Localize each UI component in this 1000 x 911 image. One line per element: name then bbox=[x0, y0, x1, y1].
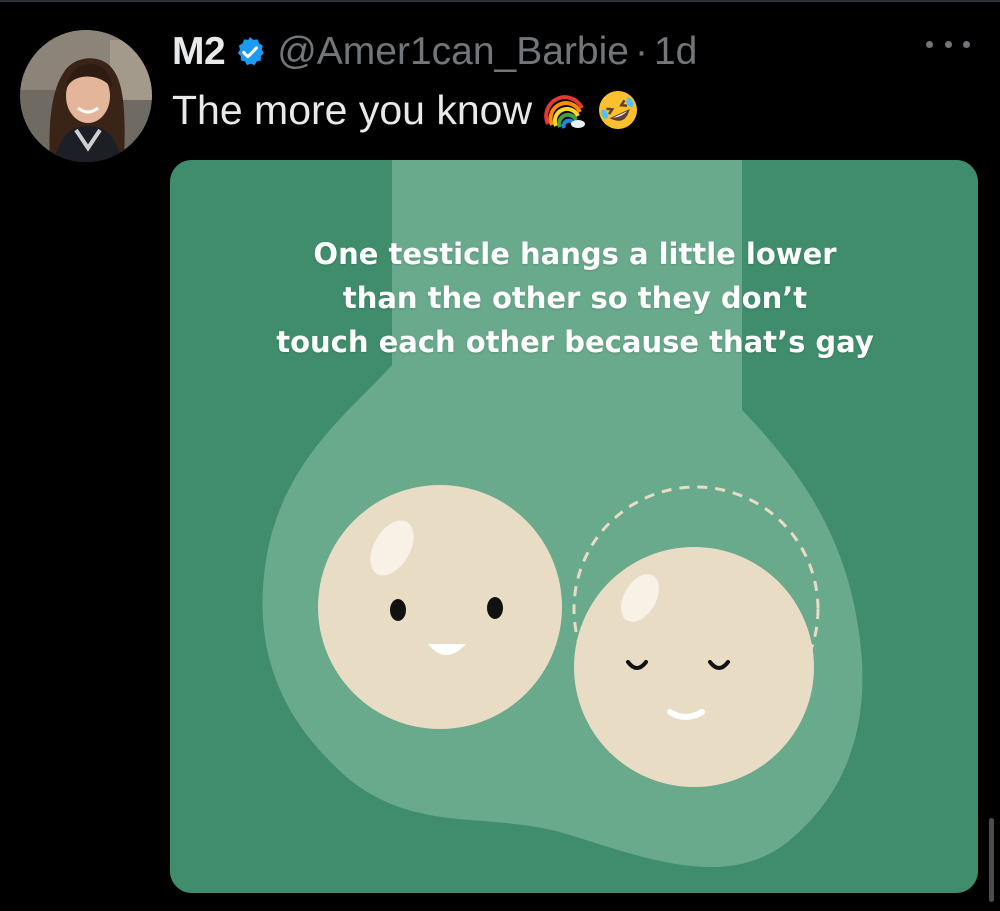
display-name[interactable]: M2 bbox=[172, 30, 226, 74]
separator-dot: · bbox=[634, 30, 648, 73]
avatar[interactable] bbox=[20, 30, 152, 162]
more-dot bbox=[963, 40, 970, 48]
caption-line: One testicle hangs a little lower bbox=[313, 237, 837, 271]
scrollbar[interactable] bbox=[989, 818, 994, 902]
rainbow-emoji-icon bbox=[542, 88, 586, 132]
tweet-media-image[interactable]: One testicle hangs a little lower than t… bbox=[170, 160, 978, 893]
more-options-icon[interactable] bbox=[926, 34, 970, 54]
more-dot bbox=[944, 40, 952, 48]
verified-badge-icon bbox=[233, 35, 267, 69]
caption-line: than the other so they don’t bbox=[342, 281, 808, 315]
user-handle[interactable]: @Amer1can_Barbie bbox=[277, 30, 629, 74]
tweet-text: The more you know bbox=[172, 84, 640, 136]
caption-line: touch each other because that’s gay bbox=[276, 325, 874, 359]
tweet-text-content: The more you know bbox=[172, 86, 533, 133]
more-dot bbox=[926, 40, 933, 48]
tweet-header: M2 @Amer1can_Barbie · 1d bbox=[172, 26, 697, 78]
tweet[interactable]: M2 @Amer1can_Barbie · 1d The more you kn… bbox=[0, 0, 1000, 911]
meme-caption: One testicle hangs a little lower than t… bbox=[210, 232, 940, 364]
rolling-laughing-emoji-icon bbox=[596, 88, 640, 132]
divider bbox=[0, 0, 1000, 2]
timestamp[interactable]: 1d bbox=[654, 30, 697, 74]
avatar-image bbox=[20, 30, 152, 162]
